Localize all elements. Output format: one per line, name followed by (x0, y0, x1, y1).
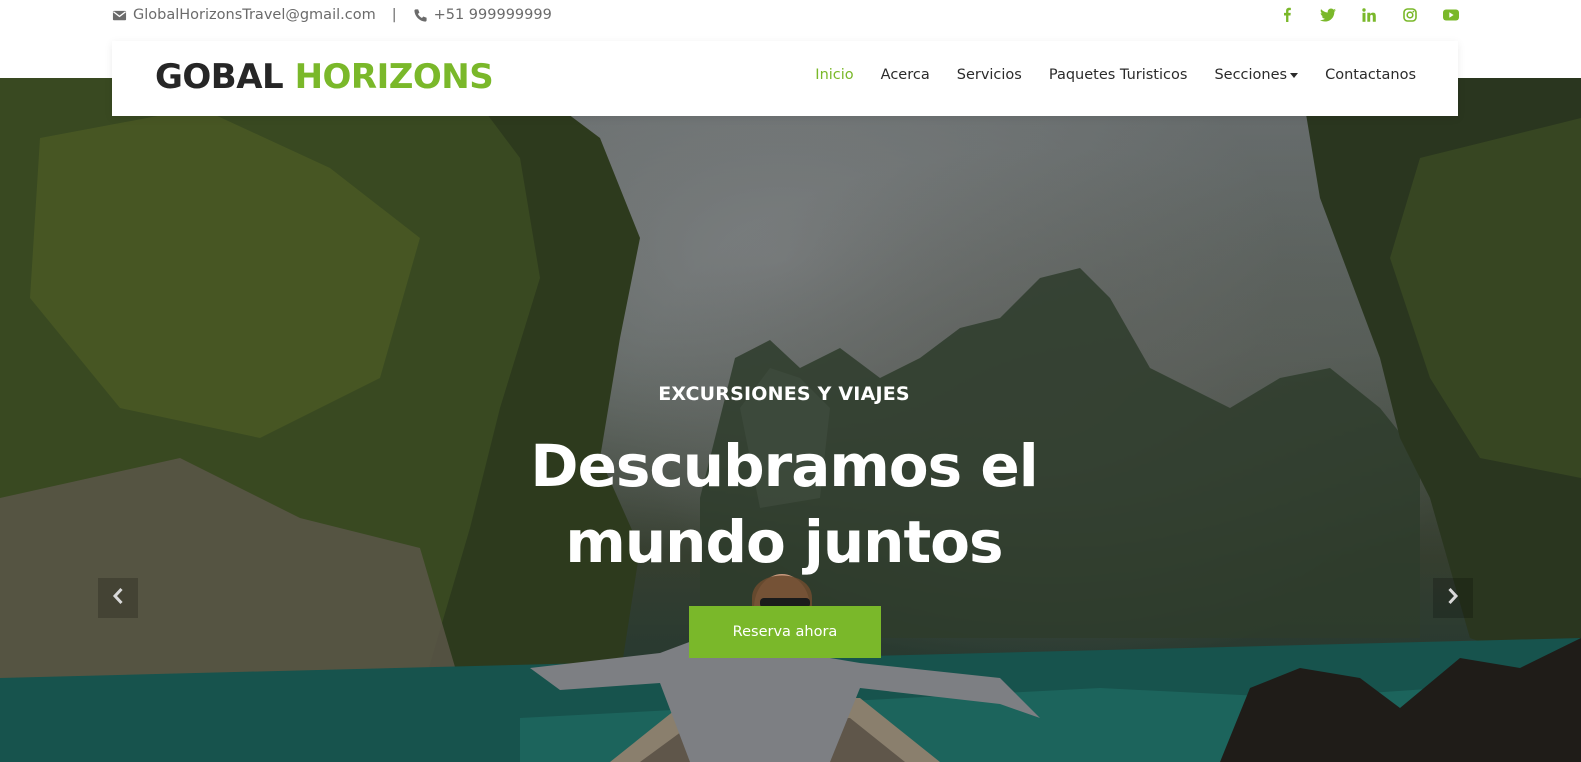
reserve-button[interactable]: Reserva ahora (689, 606, 881, 658)
navbar: GOBAL HORIZONS Inicio Acerca Servicios P… (112, 41, 1458, 116)
chevron-left-icon (112, 587, 124, 609)
twitter-icon[interactable] (1319, 6, 1336, 23)
main-menu: Inicio Acerca Servicios Paquetes Turisti… (815, 67, 1416, 83)
brand-name-part1: GOBAL (155, 57, 284, 97)
nav-item-secciones-dropdown[interactable]: Secciones (1214, 67, 1299, 83)
contact-phone[interactable]: +51 999999999 (434, 7, 552, 23)
carousel-prev-button[interactable] (98, 578, 138, 618)
youtube-icon[interactable] (1442, 6, 1459, 23)
hero-headline: Descubramos el mundo juntos (0, 428, 1568, 580)
contact-separator: | (391, 7, 397, 23)
chevron-right-icon (1447, 587, 1459, 609)
envelope-icon (112, 8, 127, 23)
hero-headline-line1: Descubramos el (530, 432, 1038, 500)
phone-icon (413, 8, 428, 23)
nav-item-paquetes-turisticos[interactable]: Paquetes Turisticos (1049, 67, 1188, 83)
hero-carousel (0, 78, 1581, 762)
facebook-icon[interactable] (1278, 6, 1295, 23)
hero-background-image (0, 78, 1581, 762)
caret-down-icon (1290, 72, 1299, 78)
nav-item-secciones-label: Secciones (1214, 67, 1288, 83)
hero-eyebrow: EXCURSIONES Y VIAJES (658, 383, 910, 405)
brand-logo[interactable]: GOBAL HORIZONS (155, 57, 494, 97)
nav-item-inicio[interactable]: Inicio (815, 67, 853, 83)
nav-item-acerca[interactable]: Acerca (881, 67, 930, 83)
carousel-next-button[interactable] (1433, 578, 1473, 618)
hero-headline-line2: mundo juntos (565, 508, 1003, 576)
nav-item-servicios[interactable]: Servicios (957, 67, 1022, 83)
nav-item-contactanos[interactable]: Contactanos (1325, 67, 1416, 83)
linkedin-icon[interactable] (1360, 6, 1377, 23)
contact-email[interactable]: GlobalHorizonsTravel@gmail.com (133, 7, 376, 23)
brand-name-part2: HORIZONS (294, 57, 494, 97)
contact-info: GlobalHorizonsTravel@gmail.com | +51 999… (112, 5, 552, 25)
instagram-icon[interactable] (1401, 6, 1418, 23)
social-links (1278, 6, 1459, 23)
